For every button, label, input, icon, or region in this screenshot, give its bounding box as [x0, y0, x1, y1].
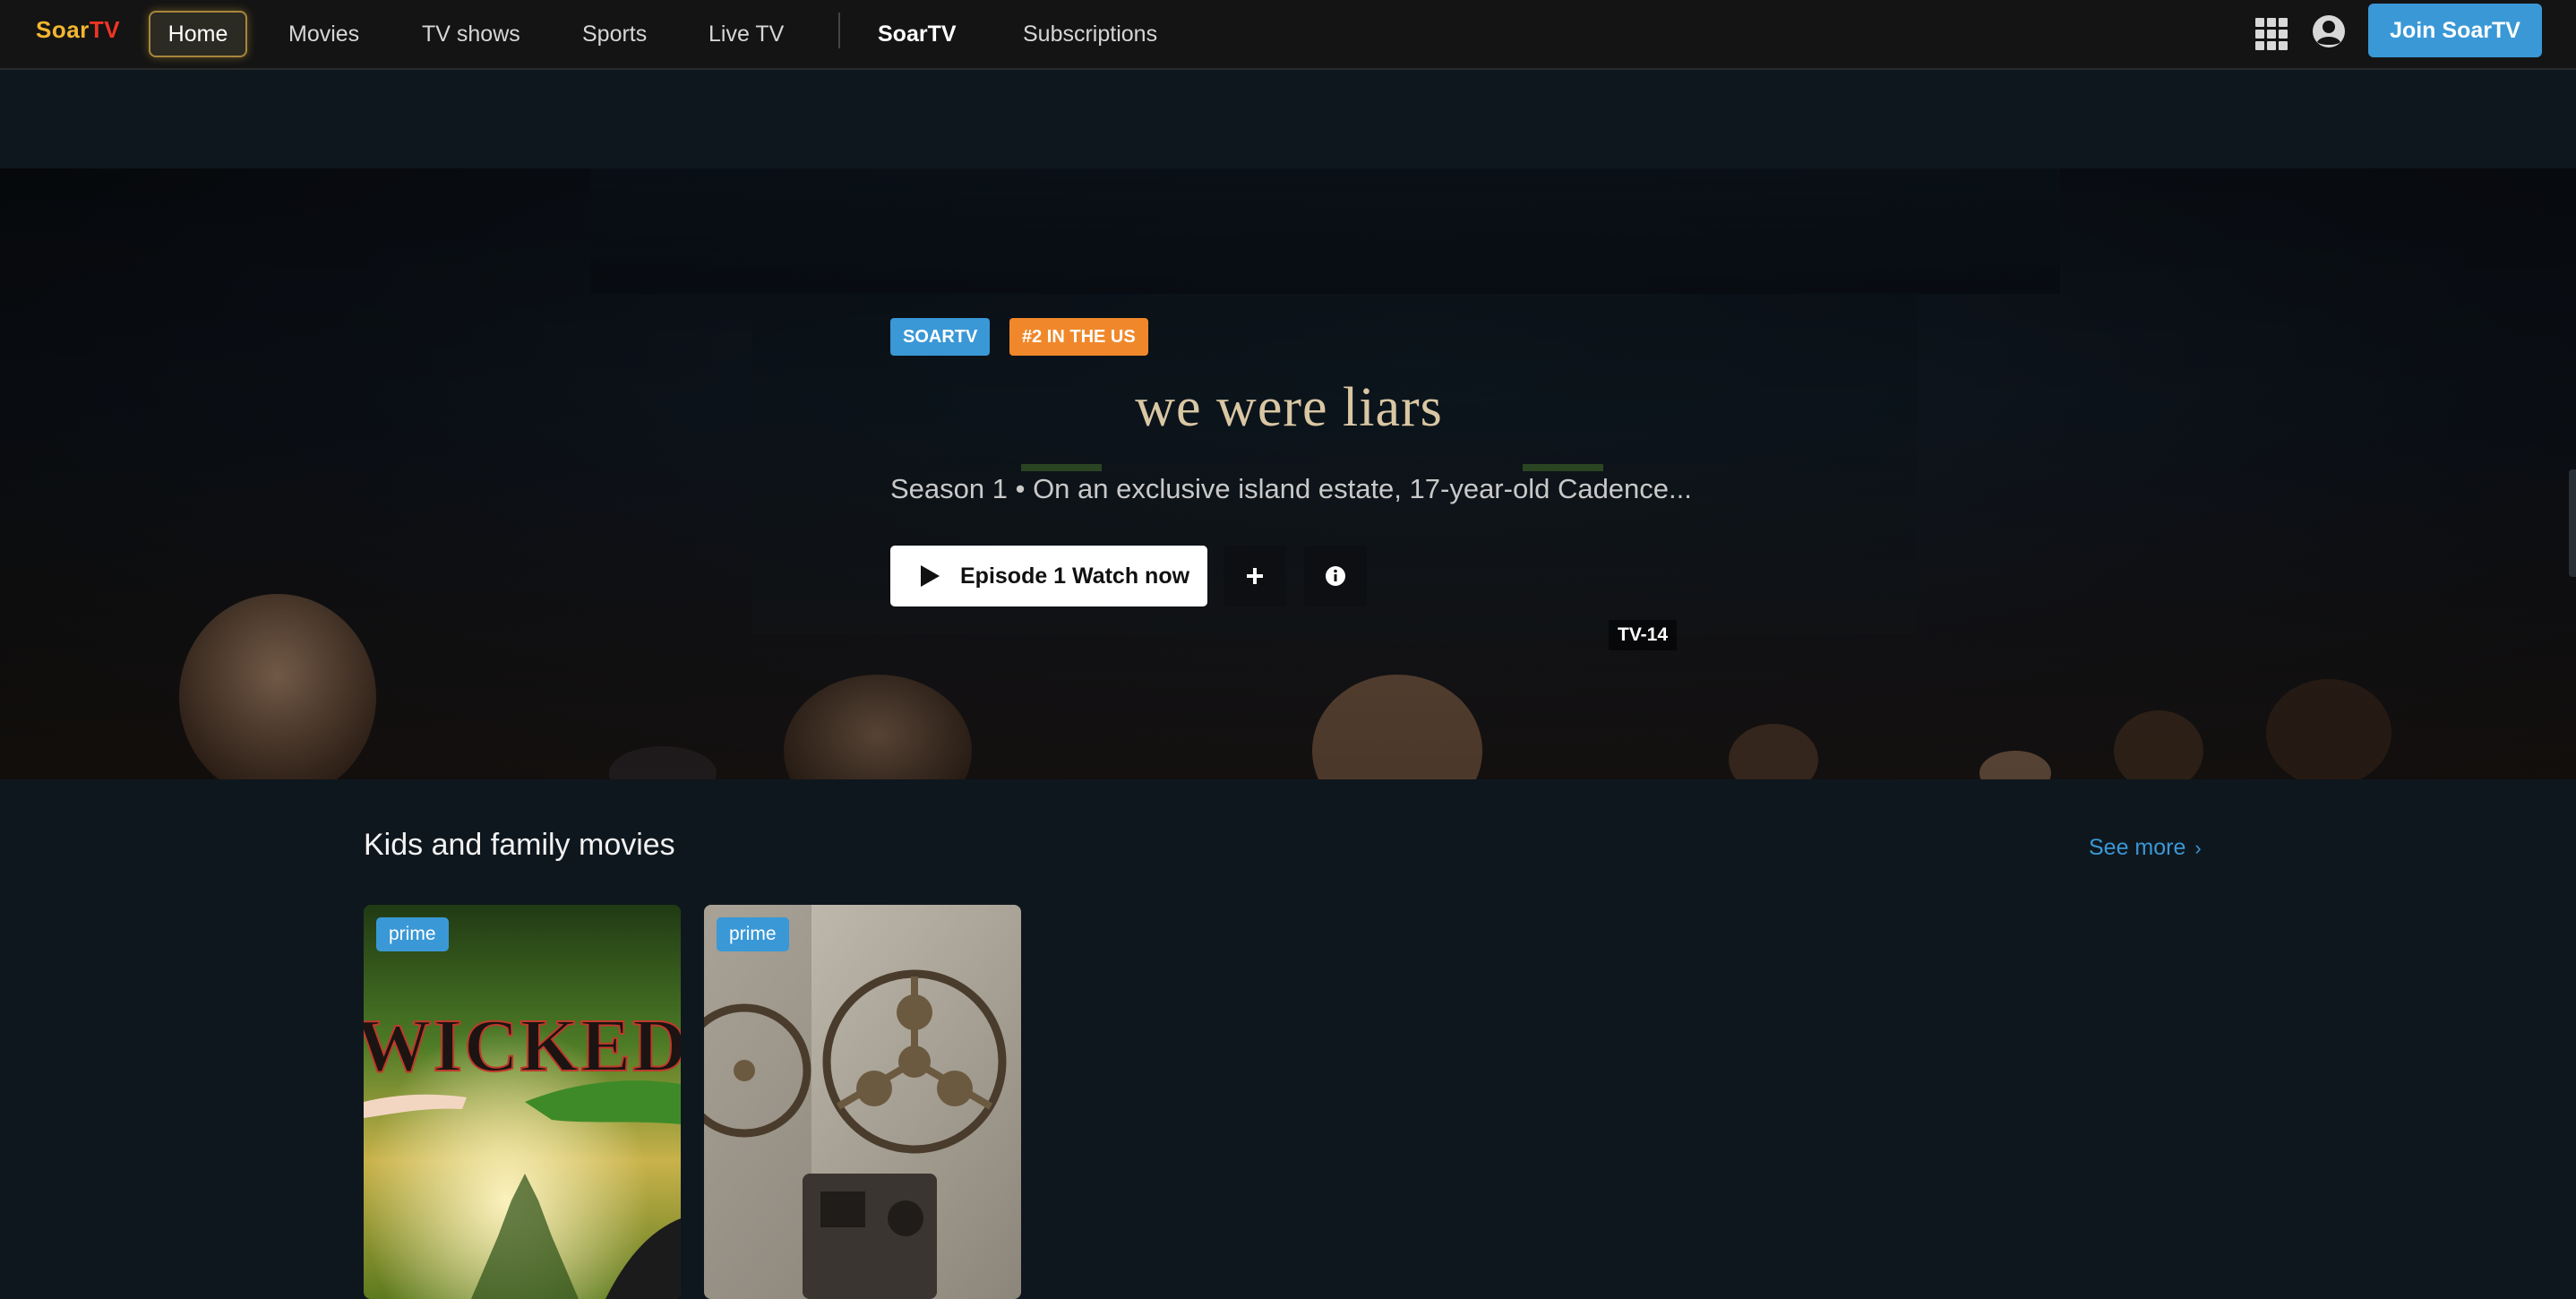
nav-soartv-channel[interactable]: SoarTV — [878, 11, 957, 57]
chevron-right-icon: › — [2194, 837, 2202, 859]
see-more-link[interactable]: See more › — [2089, 835, 2202, 861]
wicked-poster: WICKED — [364, 905, 681, 1299]
nav-subscriptions[interactable]: Subscriptions — [1023, 11, 1157, 57]
soartv-logo[interactable]: SoarTV — [36, 16, 120, 44]
prime-badge: prime — [717, 917, 789, 951]
show-description: Season 1 • On an exclusive island estate… — [890, 473, 1692, 504]
service-badge: SOARTV — [890, 318, 991, 356]
plus-icon — [1247, 568, 1263, 584]
watch-now-button[interactable]: Episode 1 Watch now — [890, 546, 1207, 606]
account-icon[interactable] — [2311, 13, 2347, 49]
watch-now-label: Episode 1 Watch now — [960, 563, 1190, 589]
prime-badge: prime — [376, 917, 449, 951]
film-projector-poster — [704, 905, 1021, 1299]
logo-part-tv: TV — [89, 16, 121, 43]
movie-card[interactable]: WICKED prime — [364, 905, 681, 1299]
show-title: we were liars — [1135, 377, 1443, 438]
carousel-edge-handle[interactable] — [2569, 469, 2576, 577]
rank-badge: #2 IN THE US — [1009, 318, 1148, 356]
nav-live-tv[interactable]: Live TV — [708, 11, 784, 57]
top-nav: SoarTV Home Movies TV shows Sports Live … — [0, 0, 2576, 70]
play-icon — [921, 565, 940, 587]
nav-home[interactable]: Home — [149, 11, 247, 57]
nav-movies[interactable]: Movies — [288, 11, 359, 57]
see-more-label: See more — [2089, 835, 2186, 860]
maturity-rating: TV-14 — [1609, 620, 1678, 650]
grid-menu-icon[interactable] — [2254, 16, 2289, 52]
info-icon — [1326, 566, 1345, 586]
wicked-poster-title: WICKED — [364, 1004, 681, 1088]
row-title: Kids and family movies — [364, 828, 675, 862]
add-to-watchlist-button[interactable] — [1224, 546, 1286, 606]
movie-card[interactable]: prime — [704, 905, 1021, 1299]
details-button[interactable] — [1304, 546, 1367, 606]
nav-sports[interactable]: Sports — [582, 11, 647, 57]
join-button[interactable]: Join SoarTV — [2368, 4, 2542, 57]
nav-tv-shows[interactable]: TV shows — [422, 11, 520, 57]
logo-part-soar: Soar — [36, 16, 90, 43]
nav-divider — [838, 13, 840, 48]
